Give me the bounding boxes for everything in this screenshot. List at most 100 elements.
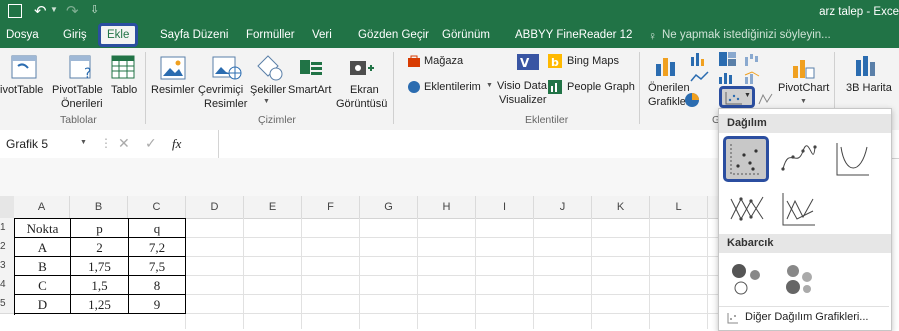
my-addins-icon[interactable] [407, 80, 421, 94]
pivot-chart-dropdown-icon[interactable]: ▼ [800, 98, 807, 105]
table-cell[interactable]: C [15, 276, 71, 295]
map-3d-icon[interactable] [853, 52, 879, 80]
table-icon[interactable] [110, 54, 136, 80]
pivot-chart-label[interactable]: PivotChart [778, 82, 829, 95]
bing-maps-label[interactable]: Bing Maps [567, 55, 619, 68]
table-cell[interactable]: 9 [129, 295, 186, 314]
column-header[interactable]: L [650, 196, 708, 218]
column-chart-icon[interactable] [690, 51, 706, 67]
column-header[interactable]: E [244, 196, 302, 218]
screenshot-label-1[interactable]: Ekran [350, 84, 379, 97]
statistic-chart-icon[interactable] [718, 69, 738, 85]
scatter-smooth-lines-icon[interactable] [833, 139, 873, 179]
my-addins-label[interactable]: Eklentilerim [424, 81, 481, 94]
smartart-label[interactable]: SmartArt [288, 84, 331, 97]
scatter-chart-button[interactable]: ▼ [719, 86, 755, 108]
row-header[interactable]: 2 [0, 237, 14, 257]
table-cell[interactable]: 7,5 [129, 257, 186, 276]
undo-icon[interactable]: ↶ [34, 2, 47, 20]
scatter-straight-markers-icon[interactable] [727, 189, 767, 229]
visio-label-2[interactable]: Visualizer [499, 94, 547, 107]
pie-chart-icon[interactable] [684, 92, 700, 108]
smartart-icon[interactable] [298, 56, 324, 80]
column-header[interactable]: I [476, 196, 534, 218]
table-cell[interactable]: q [129, 219, 186, 238]
column-header[interactable]: B [70, 196, 128, 218]
bing-maps-icon[interactable]: b [548, 54, 562, 68]
tab-gorunum[interactable]: Görünüm [442, 29, 490, 41]
table-cell[interactable]: 7,2 [129, 238, 186, 257]
table-cell[interactable]: Nokta [15, 219, 71, 238]
row-header[interactable]: 1 [0, 218, 14, 238]
hierarchy-chart-icon[interactable] [718, 51, 738, 67]
online-pictures-icon[interactable] [212, 56, 242, 80]
name-box-dropdown-icon[interactable]: ▼ [80, 139, 87, 146]
people-graph-label[interactable]: People Graph [567, 81, 635, 94]
undo-dropdown-icon[interactable]: ▼ [50, 5, 58, 14]
table-cell[interactable]: 1,75 [71, 257, 129, 276]
column-header[interactable]: H [418, 196, 476, 218]
store-label[interactable]: Mağaza [424, 55, 463, 68]
people-graph-icon[interactable] [548, 80, 562, 94]
screenshot-icon[interactable] [348, 56, 374, 80]
pivot-chart-icon[interactable] [790, 54, 816, 80]
insert-function-icon[interactable]: fx [172, 136, 181, 152]
redo-icon[interactable]: ↷ [66, 2, 79, 20]
tell-me-input[interactable]: Ne yapmak istediğinizi söyleyin... [662, 29, 831, 41]
surface-chart-icon[interactable] [758, 92, 774, 106]
tab-dosya[interactable]: Dosya [6, 29, 39, 41]
bubble-3d-chart-icon[interactable] [779, 259, 819, 299]
recommended-pivot-icon[interactable]: ? [68, 54, 96, 80]
save-icon[interactable] [8, 4, 22, 18]
row-header[interactable]: 3 [0, 256, 14, 276]
name-box[interactable]: Grafik 5 [6, 137, 48, 151]
column-header[interactable]: K [592, 196, 650, 218]
pivot-table-icon[interactable] [10, 54, 38, 80]
pictures-label[interactable]: Resimler [151, 84, 194, 97]
bubble-chart-icon[interactable] [727, 259, 767, 299]
visio-label-1[interactable]: Visio Data [497, 80, 547, 93]
tab-formuller[interactable]: Formüller [246, 29, 295, 41]
table-cell[interactable]: 1,25 [71, 295, 129, 314]
select-all-corner[interactable] [0, 196, 14, 218]
line-chart-icon[interactable] [690, 69, 710, 85]
pivot-table-label[interactable]: ivotTable [0, 84, 43, 97]
table-cell[interactable]: B [15, 257, 71, 276]
column-header[interactable]: J [534, 196, 592, 218]
scatter-smooth-markers-icon[interactable] [779, 139, 819, 179]
pictures-icon[interactable] [160, 56, 186, 80]
more-scatter-charts-link[interactable]: Diğer Dağılım Grafikleri... [719, 306, 889, 329]
tab-abbyy[interactable]: ABBYY FineReader 12 [515, 29, 632, 41]
waterfall-chart-icon[interactable] [744, 51, 764, 67]
shapes-icon[interactable] [254, 54, 284, 82]
column-header[interactable]: C [128, 196, 186, 218]
tab-veri[interactable]: Veri [312, 29, 332, 41]
table-cell[interactable]: 8 [129, 276, 186, 295]
tab-sayfa-duzeni[interactable]: Sayfa Düzeni [160, 29, 228, 41]
scatter-option-markers[interactable] [723, 136, 769, 182]
column-header[interactable]: G [360, 196, 418, 218]
table-label[interactable]: Tablo [111, 84, 137, 97]
table-cell[interactable]: 2 [71, 238, 129, 257]
tab-ekle[interactable]: Ekle [98, 23, 139, 47]
recommended-pivot-label-2[interactable]: Önerileri [61, 98, 103, 111]
table-cell[interactable]: 1,5 [71, 276, 129, 295]
map-3d-label[interactable]: 3B Harita [846, 82, 892, 95]
recommended-charts-icon[interactable] [654, 52, 680, 78]
cancel-icon[interactable]: ✕ [118, 135, 130, 152]
table-cell[interactable]: D [15, 295, 71, 314]
combo-chart-icon[interactable] [744, 69, 764, 85]
table-cell[interactable]: A [15, 238, 71, 257]
tab-giris[interactable]: Giriş [63, 29, 87, 41]
enter-icon[interactable]: ✓ [145, 135, 157, 152]
online-pictures-label-2[interactable]: Resimler [204, 98, 247, 111]
shapes-label[interactable]: Şekiller [250, 84, 286, 97]
table-cell[interactable]: p [71, 219, 129, 238]
column-header[interactable]: A [14, 196, 70, 218]
customize-qat-icon[interactable]: ⇩ [90, 3, 99, 16]
column-header[interactable]: D [186, 196, 244, 218]
my-addins-dropdown-icon[interactable]: ▼ [486, 82, 493, 89]
store-icon[interactable] [407, 54, 421, 68]
online-pictures-label-1[interactable]: Çevrimiçi [198, 84, 243, 97]
shapes-dropdown-icon[interactable]: ▼ [263, 98, 270, 105]
